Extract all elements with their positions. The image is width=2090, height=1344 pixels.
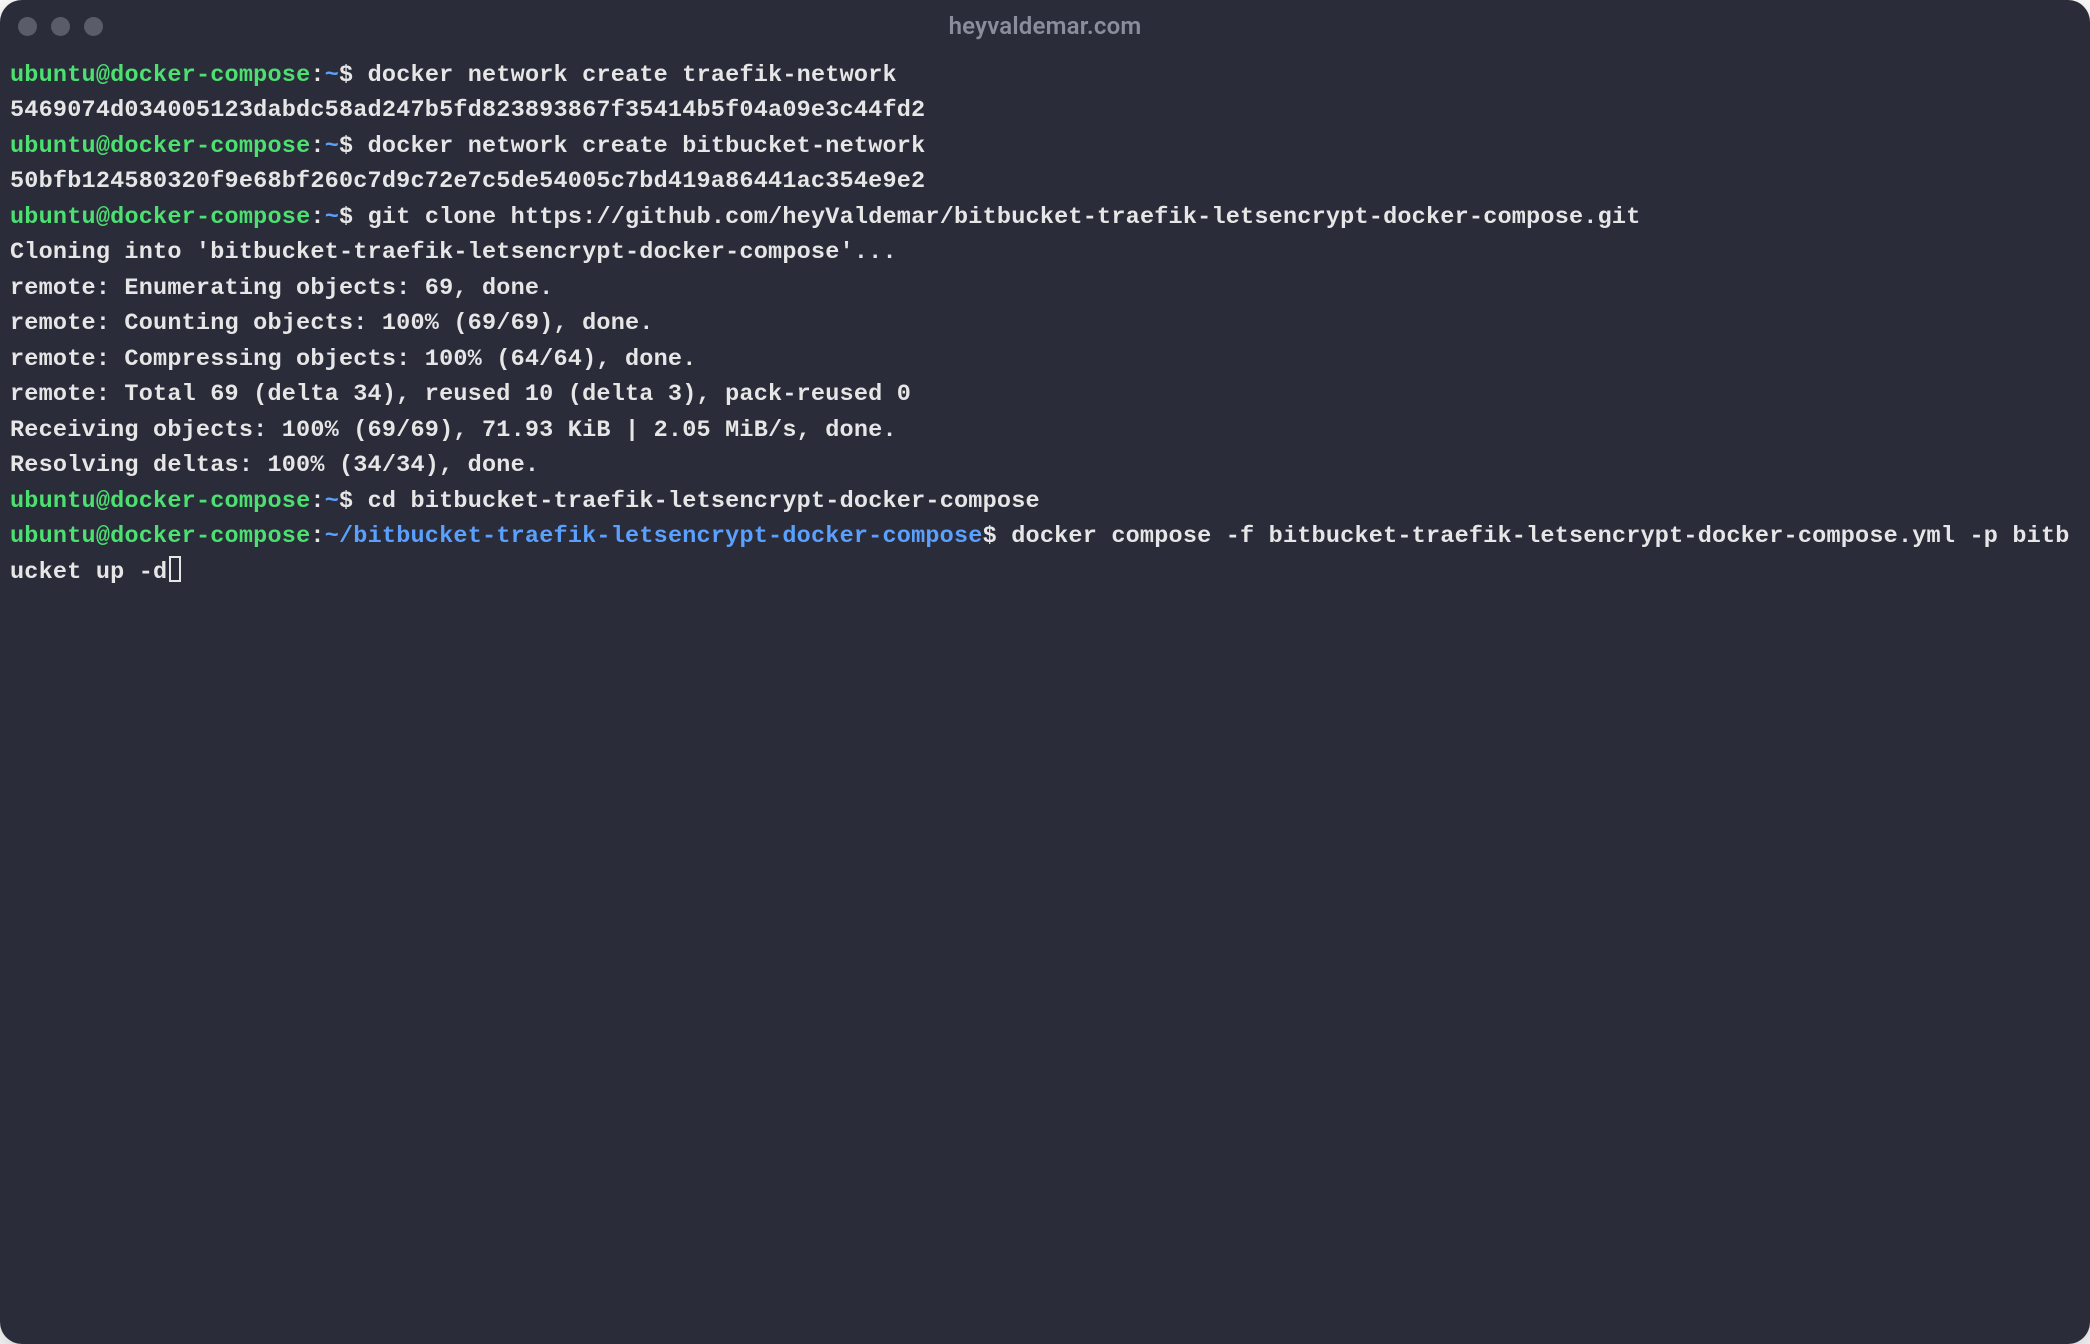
- prompt-symbol: $: [339, 488, 353, 515]
- traffic-lights: [18, 17, 103, 36]
- window-title: heyvaldemar.com: [0, 12, 2090, 40]
- prompt-at: @: [96, 204, 110, 231]
- output-3g: Resolving deltas: 100% (34/34), done.: [10, 452, 539, 479]
- close-icon[interactable]: [18, 17, 37, 36]
- prompt-at: @: [96, 62, 110, 89]
- command-1: docker network create traefik-network: [353, 62, 897, 89]
- prompt-path: ~: [325, 62, 339, 89]
- prompt-host: docker-compose: [110, 204, 310, 231]
- titlebar: heyvaldemar.com: [0, 0, 2090, 52]
- prompt-symbol: $: [339, 62, 353, 89]
- prompt-line-4: ubuntu@docker-compose:~$ cd bitbucket-tr…: [10, 488, 1040, 515]
- prompt-user: ubuntu: [10, 133, 96, 160]
- prompt-at: @: [96, 133, 110, 160]
- prompt-path: ~: [325, 488, 339, 515]
- prompt-at: @: [96, 523, 110, 550]
- maximize-icon[interactable]: [84, 17, 103, 36]
- prompt-user: ubuntu: [10, 523, 96, 550]
- output-3a: Cloning into 'bitbucket-traefik-letsencr…: [10, 239, 897, 266]
- prompt-host: docker-compose: [110, 488, 310, 515]
- output-3b: remote: Enumerating objects: 69, done.: [10, 275, 554, 302]
- prompt-path: ~: [325, 204, 339, 231]
- prompt-colon: :: [310, 488, 324, 515]
- prompt-user: ubuntu: [10, 204, 96, 231]
- output-3c: remote: Counting objects: 100% (69/69), …: [10, 310, 654, 337]
- terminal-body[interactable]: ubuntu@docker-compose:~$ docker network …: [0, 52, 2090, 600]
- prompt-line-1: ubuntu@docker-compose:~$ docker network …: [10, 62, 897, 89]
- cursor-icon: [169, 556, 181, 582]
- prompt-colon: :: [310, 62, 324, 89]
- prompt-path-deep: ~/bitbucket-traefik-letsencrypt-docker-c…: [325, 523, 983, 550]
- output-2: 50bfb124580320f9e68bf260c7d9c72e7c5de540…: [10, 168, 925, 195]
- prompt-symbol: $: [983, 523, 997, 550]
- terminal-window: heyvaldemar.com ubuntu@docker-compose:~$…: [0, 0, 2090, 1344]
- output-3f: Receiving objects: 100% (69/69), 71.93 K…: [10, 417, 897, 444]
- command-2: docker network create bitbucket-network: [353, 133, 925, 160]
- command-3: git clone https://github.com/heyValdemar…: [353, 204, 1640, 231]
- prompt-symbol: $: [339, 133, 353, 160]
- prompt-line-2: ubuntu@docker-compose:~$ docker network …: [10, 133, 925, 160]
- prompt-colon: :: [310, 133, 324, 160]
- output-3d: remote: Compressing objects: 100% (64/64…: [10, 346, 697, 373]
- prompt-symbol: $: [339, 204, 353, 231]
- prompt-host: docker-compose: [110, 133, 310, 160]
- command-4: cd bitbucket-traefik-letsencrypt-docker-…: [353, 488, 1040, 515]
- prompt-colon: :: [310, 523, 324, 550]
- prompt-path: ~: [325, 133, 339, 160]
- prompt-host: docker-compose: [110, 523, 310, 550]
- prompt-colon: :: [310, 204, 324, 231]
- prompt-user: ubuntu: [10, 488, 96, 515]
- output-1: 5469074d034005123dabdc58ad247b5fd8238938…: [10, 97, 925, 124]
- minimize-icon[interactable]: [51, 17, 70, 36]
- prompt-at: @: [96, 488, 110, 515]
- output-3e: remote: Total 69 (delta 34), reused 10 (…: [10, 381, 911, 408]
- prompt-line-3: ubuntu@docker-compose:~$ git clone https…: [10, 204, 1641, 231]
- prompt-host: docker-compose: [110, 62, 310, 89]
- prompt-line-5: ubuntu@docker-compose:~/bitbucket-traefi…: [10, 523, 2070, 585]
- prompt-user: ubuntu: [10, 62, 96, 89]
